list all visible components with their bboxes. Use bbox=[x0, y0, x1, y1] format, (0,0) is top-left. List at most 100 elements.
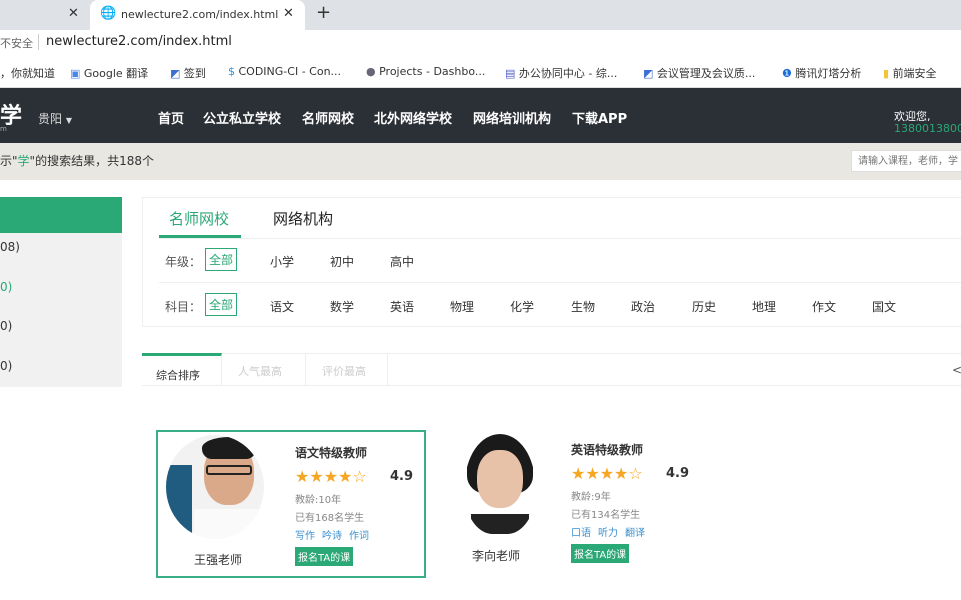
teacher-tag[interactable]: 口语 bbox=[571, 524, 591, 539]
sidebar-header bbox=[0, 197, 122, 233]
grade-label: 年级： bbox=[165, 255, 202, 269]
student-count: 已有134名学生 bbox=[571, 510, 641, 521]
teacher-name: 李向老师 bbox=[472, 549, 521, 563]
subject-option[interactable]: 生物 bbox=[571, 298, 595, 315]
teacher-avatar bbox=[465, 434, 535, 534]
nav-schools[interactable]: 公立私立学校 bbox=[203, 108, 281, 127]
nav-home[interactable]: 首页 bbox=[158, 108, 184, 127]
translate-icon: ▣ bbox=[70, 67, 84, 80]
subject-option[interactable]: 物理 bbox=[450, 298, 474, 315]
teacher-avatar bbox=[166, 435, 264, 539]
teacher-tag[interactable]: 吟诗 bbox=[322, 527, 342, 542]
divider bbox=[159, 238, 961, 239]
site-nav: 学 m 贵阳 ▼ 首页 公立私立学校 名师网校 北外网络学校 网络培训机构 下载… bbox=[0, 88, 961, 143]
browser-tab-bar: ✕ 🌐 newlecture2.com/index.html ✕ + bbox=[0, 0, 961, 30]
filter-panel: 名师网校 网络机构 年级： 全部 小学 初中 高中 科目： 全部 语文 数学 英… bbox=[142, 197, 961, 327]
bookmark[interactable]: ◩ 签到 bbox=[170, 65, 206, 81]
teacher-name: 王强老师 bbox=[194, 553, 243, 567]
student-count: 已有168名学生 bbox=[295, 513, 365, 524]
prev-page-button[interactable]: < bbox=[952, 363, 961, 377]
bookmark[interactable]: ▮ 前端安全 bbox=[883, 65, 937, 81]
grade-option[interactable]: 初中 bbox=[330, 253, 354, 270]
teacher-title: 语文特级教师 bbox=[295, 446, 368, 460]
coding-icon: $ bbox=[228, 65, 239, 78]
sidebar: 08) 0) 0) 0) bbox=[0, 197, 122, 387]
subject-option[interactable]: 政治 bbox=[631, 298, 655, 315]
close-tab-icon[interactable]: ✕ bbox=[283, 6, 294, 21]
close-tab-icon[interactable]: ✕ bbox=[68, 6, 79, 21]
office-icon: ▤ bbox=[505, 67, 519, 80]
subject-label: 科目： bbox=[165, 300, 202, 314]
tab-famous-schools[interactable]: 名师网校 bbox=[169, 208, 229, 229]
rating-value: 4.9 bbox=[390, 469, 414, 484]
grade-option[interactable]: 高中 bbox=[390, 253, 414, 270]
subject-option[interactable]: 语文 bbox=[270, 298, 294, 315]
bookmarks-bar: ，你就知道 ▣ Google 翻译 ◩ 签到 $ CODING-CI - Con… bbox=[0, 55, 961, 88]
divider bbox=[38, 34, 39, 50]
sort-rating[interactable]: 评价最高 bbox=[306, 354, 388, 386]
rating-value: 4.9 bbox=[666, 466, 690, 481]
teacher-title: 英语特级教师 bbox=[571, 443, 644, 457]
user-phone[interactable]: 13800138000 bbox=[894, 122, 961, 135]
folder-icon: ▮ bbox=[883, 67, 893, 80]
teacher-tag[interactable]: 听力 bbox=[598, 524, 618, 539]
sidebar-item[interactable]: 0) bbox=[0, 359, 12, 373]
bookmark[interactable]: ▣ Google 翻译 bbox=[70, 65, 148, 81]
bookmark[interactable]: ❶ 腾讯灯塔分析 bbox=[782, 65, 861, 81]
subject-option[interactable]: 化学 bbox=[510, 298, 534, 315]
search-result-bar: 示"学"的搜索结果，共188个 bbox=[0, 143, 961, 180]
search-result-summary: 示"学"的搜索结果，共188个 bbox=[0, 154, 154, 168]
teacher-tag[interactable]: 写作 bbox=[295, 527, 315, 542]
logo-sub: m bbox=[0, 125, 7, 133]
subject-option[interactable]: 英语 bbox=[390, 298, 414, 315]
subject-option[interactable]: 数学 bbox=[330, 298, 354, 315]
url-text[interactable]: newlecture2.com/index.html bbox=[46, 34, 232, 49]
subject-option[interactable]: 地理 bbox=[752, 298, 776, 315]
sidebar-item[interactable]: 08) bbox=[0, 240, 20, 254]
tab-title: newlecture2.com/index.html bbox=[121, 8, 279, 21]
sidebar-item-active[interactable]: 0) bbox=[0, 280, 12, 294]
sidebar-item[interactable]: 0) bbox=[0, 319, 12, 333]
divider bbox=[159, 282, 961, 283]
sort-popular[interactable]: 人气最高 bbox=[224, 354, 306, 386]
teacher-card[interactable]: 王强老师 语文特级教师 ★★★★☆ 4.9 教龄:10年 已有168名学生 写作… bbox=[156, 430, 426, 578]
nav-bfsu-online[interactable]: 北外网络学校 bbox=[374, 108, 452, 127]
bookmark[interactable]: ，你就知道 bbox=[0, 65, 55, 81]
teacher-tag[interactable]: 翻译 bbox=[625, 524, 645, 539]
grade-option[interactable]: 小学 bbox=[270, 253, 294, 270]
teacher-card[interactable]: 李向老师 英语特级教师 ★★★★☆ 4.9 教龄:9年 已有134名学生 口语 … bbox=[432, 430, 702, 578]
bookmark-icon: ◩ bbox=[643, 67, 657, 80]
enroll-button[interactable]: 报名TA的课 bbox=[295, 547, 354, 566]
sort-bar: 综合排序 人气最高 评价最高 < bbox=[142, 353, 961, 386]
nav-training[interactable]: 网络培训机构 bbox=[473, 108, 551, 127]
subject-option[interactable]: 国文 bbox=[872, 298, 896, 315]
grade-all[interactable]: 全部 bbox=[205, 248, 238, 271]
caret-down-icon: ▼ bbox=[65, 116, 72, 125]
sort-comprehensive[interactable]: 综合排序 bbox=[142, 353, 222, 386]
teaching-years: 教龄:9年 bbox=[571, 492, 611, 503]
nav-download-app[interactable]: 下载APP bbox=[572, 108, 627, 127]
search-input[interactable] bbox=[851, 150, 961, 172]
rating-stars: ★★★★☆ bbox=[295, 467, 367, 486]
teaching-years: 教龄:10年 bbox=[295, 495, 342, 506]
bookmark-icon: ◩ bbox=[170, 67, 184, 80]
globe-icon: 🌐 bbox=[100, 6, 117, 21]
subject-all[interactable]: 全部 bbox=[205, 293, 238, 316]
projects-icon: ● bbox=[366, 65, 380, 78]
city-select[interactable]: 贵阳 ▼ bbox=[38, 110, 72, 127]
info-icon: ❶ bbox=[782, 67, 796, 80]
bookmark[interactable]: ◩ 会议管理及会议质... bbox=[643, 65, 755, 81]
subject-option[interactable]: 历史 bbox=[692, 298, 716, 315]
address-bar[interactable]: 不安全 newlecture2.com/index.html bbox=[0, 30, 961, 55]
teacher-tag[interactable]: 作词 bbox=[349, 527, 369, 542]
insecure-label: 不安全 bbox=[0, 37, 33, 50]
tab-institutions[interactable]: 网络机构 bbox=[273, 208, 333, 229]
nav-famous-teachers[interactable]: 名师网校 bbox=[302, 108, 354, 127]
subject-option[interactable]: 作文 bbox=[812, 298, 836, 315]
bookmark[interactable]: ▤ 办公协同中心 - 综... bbox=[505, 65, 617, 81]
bookmark[interactable]: $ CODING-CI - Con... bbox=[228, 65, 341, 78]
browser-tab-active[interactable]: 🌐 newlecture2.com/index.html ✕ bbox=[90, 0, 305, 30]
new-tab-icon[interactable]: + bbox=[316, 2, 331, 23]
bookmark[interactable]: ● Projects - Dashbo... bbox=[366, 65, 485, 78]
enroll-button[interactable]: 报名TA的课 bbox=[571, 544, 630, 563]
